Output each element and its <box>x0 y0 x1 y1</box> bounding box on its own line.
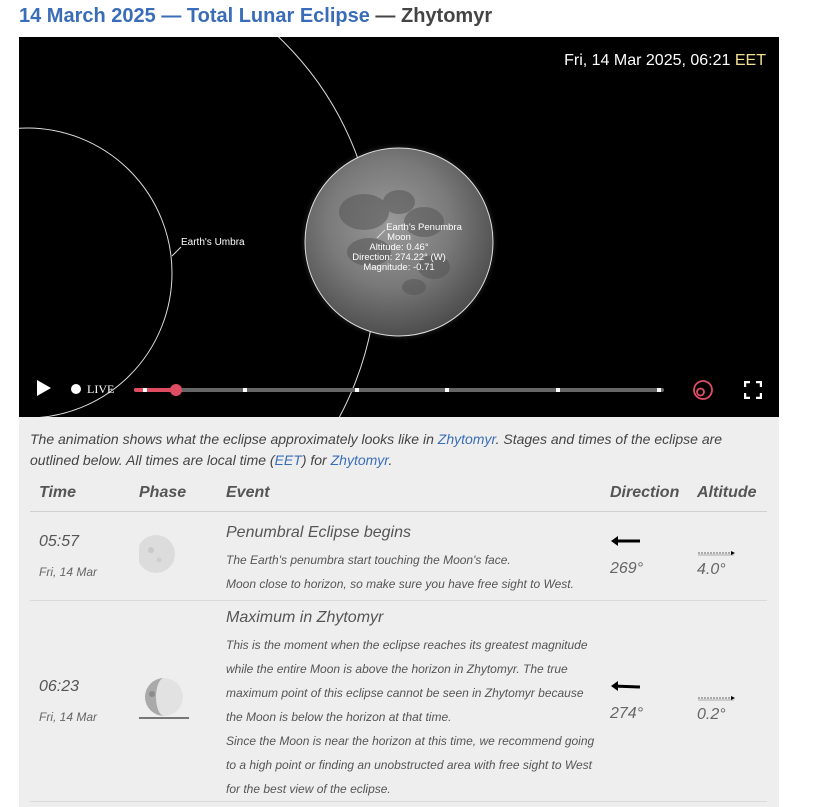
page-title: 14 March 2025 — Total Lunar Eclipse — Zh… <box>19 5 492 28</box>
header-altitude: Altitude <box>688 475 767 512</box>
altitude-value: 0.2° <box>697 705 726 723</box>
timeline-stage-mark[interactable] <box>243 388 248 392</box>
altitude-cell: 4.0° <box>688 511 767 601</box>
altitude-cell: 0.2° <box>688 600 767 802</box>
direction-value: 274° <box>610 705 644 722</box>
timezone-label: EET <box>734 52 766 69</box>
timeline-stage-mark[interactable] <box>142 388 147 392</box>
timeline-stage-mark[interactable] <box>556 388 560 392</box>
timeline-stage-mark[interactable] <box>354 388 359 392</box>
altitude-indicator-icon <box>698 695 735 700</box>
datetime-text: Fri, 14 Mar 2025, 06:21 <box>564 52 731 69</box>
altitude-indicator-icon <box>698 550 735 555</box>
moon-phase-icon <box>137 534 175 573</box>
timezone-link[interactable]: EET <box>275 452 302 468</box>
animation-description: The animation shows what the eclipse app… <box>30 429 765 471</box>
timeline-stage-mark[interactable] <box>444 388 449 392</box>
time-cell: 06:23 Fri, 14 Mar <box>30 600 130 802</box>
event-time: 05:57 <box>39 533 80 550</box>
phase-cell <box>130 511 217 601</box>
moon-phase-icon <box>139 677 189 718</box>
fullscreen-icon[interactable] <box>744 381 762 399</box>
loop-icon[interactable] <box>692 379 714 401</box>
eclipse-title-link[interactable]: 14 March 2025 — Total Lunar Eclipse <box>19 5 370 27</box>
timeline-scrubber[interactable] <box>134 384 664 396</box>
eclipse-animation-player[interactable]: Fri, 14 Mar 2025, 06:21 EET Earth's Umbr… <box>19 37 779 417</box>
event-description-line: The Earth's penumbra start touching the … <box>226 553 511 567</box>
event-description-line: Since the Moon is near the horizon at th… <box>226 734 595 796</box>
city-link-2[interactable]: Zhytomyr <box>331 452 389 468</box>
direction-cell: 274° <box>601 600 688 802</box>
location-name: — Zhytomyr <box>369 5 493 27</box>
event-description-line: This is the moment when the eclipse reac… <box>226 638 588 724</box>
altitude-value: 4.0° <box>697 560 726 578</box>
event-cell: Penumbral Eclipse begins The Earth's pen… <box>217 511 601 601</box>
header-direction: Direction <box>601 475 688 512</box>
event-title: Penumbral Eclipse begins <box>226 524 411 541</box>
desc-text-4: . <box>388 452 393 468</box>
phase-cell <box>130 600 217 802</box>
direction-value: 269° <box>610 560 644 577</box>
event-date: Fri, 14 Mar <box>39 710 98 724</box>
live-button[interactable]: LIVE <box>71 382 114 397</box>
arrow-left-icon <box>611 536 640 546</box>
event-time: 06:23 <box>39 678 80 695</box>
event-description-line: Moon close to horizon, so make sure you … <box>226 577 574 591</box>
city-link[interactable]: Zhytomyr <box>438 431 496 447</box>
timeline-stage-mark[interactable] <box>656 388 661 392</box>
table-header-row: Time Phase Event Direction Altitude <box>30 475 767 512</box>
direction-cell: 269° <box>601 511 688 601</box>
moon-magnitude: Magnitude: -0.71 <box>363 262 435 273</box>
eclipse-stages-table: Time Phase Event Direction Altitude 05:5… <box>30 475 767 802</box>
event-date: Fri, 14 Mar <box>39 565 98 579</box>
desc-text-3: ) for <box>301 452 331 468</box>
penumbra-label: Earth's Penumbra <box>386 222 462 233</box>
current-datetime: Fri, 14 Mar 2025, 06:21 EET <box>564 52 766 70</box>
umbra-label: Earth's Umbra <box>181 237 245 248</box>
desc-text-1: The animation shows what the eclipse app… <box>30 431 438 447</box>
time-cell: 05:57 Fri, 14 Mar <box>30 511 130 601</box>
header-time: Time <box>30 475 130 512</box>
event-title: Maximum in Zhytomyr <box>226 609 384 626</box>
umbra-label-pointer <box>171 246 182 257</box>
event-cell: Maximum in Zhytomyr This is the moment w… <box>217 600 601 802</box>
live-label: LIVE <box>87 382 115 396</box>
eclipse-details-panel: The animation shows what the eclipse app… <box>19 417 779 807</box>
header-event: Event <box>217 475 601 512</box>
timeline-handle[interactable] <box>170 384 183 396</box>
player-controls: LIVE <box>19 365 779 417</box>
moon-info: Earth's Penumbra Moon Altitude: 0.46° Di… <box>319 223 479 273</box>
table-row: 05:57 Fri, 14 Mar Penumbral Eclipse begi… <box>30 511 767 601</box>
play-icon[interactable] <box>37 380 51 396</box>
header-phase: Phase <box>130 475 217 512</box>
live-dot-icon <box>71 384 81 394</box>
table-row: 06:23 Fri, 14 Mar Maximum in Zhytomyr Th… <box>30 600 767 802</box>
arrow-left-icon <box>611 681 641 691</box>
